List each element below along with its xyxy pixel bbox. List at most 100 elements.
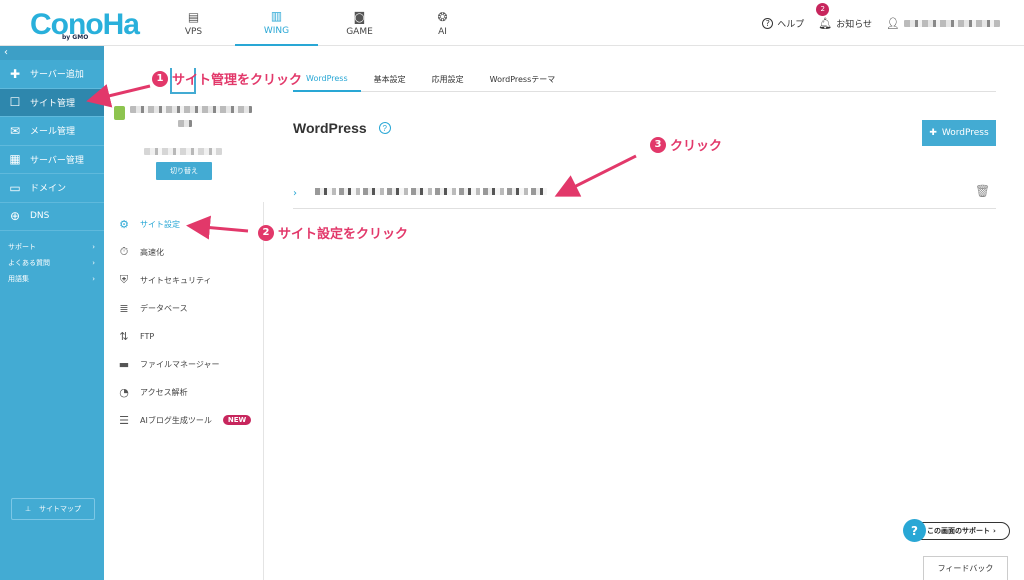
- sidebar-link-glossary[interactable]: 用語集 ›: [0, 271, 104, 287]
- plus-icon: ✚: [9, 66, 21, 81]
- notifications-link[interactable]: 2 🔔︎ お知らせ: [816, 2, 873, 30]
- site-panel: 切り替え ⚙ サイト設定 ⏱︎ 高速化 ⛨ サイトセキュリティ ≣ データベース…: [104, 46, 264, 580]
- nav-vps-label: VPS: [184, 26, 203, 37]
- server-icon: ▤: [187, 9, 200, 24]
- main-content: WordPress 基本設定 応用設定 WordPressテーマ WordPre…: [265, 46, 1024, 580]
- sidebar-item-dns[interactable]: ⊕ DNS: [0, 203, 104, 231]
- sidebar-item-domain[interactable]: ▭ ドメイン: [0, 174, 104, 203]
- header-right: ? ヘルプ 2 🔔︎ お知らせ 👤︎: [762, 0, 1000, 46]
- left-sidebar: ‹ ✚ サーバー追加 ☐ サイト管理 ✉ メール管理 ▦ サーバー管理 ▭ ドメ…: [0, 46, 104, 580]
- step-number: 3: [650, 136, 666, 153]
- add-wordpress-button[interactable]: ✚ WordPress: [922, 120, 996, 146]
- user-menu[interactable]: 👤︎: [886, 17, 1000, 30]
- notifications-label: お知らせ: [836, 19, 873, 30]
- menu-site-security[interactable]: ⛨ サイトセキュリティ: [104, 266, 263, 294]
- site-name-redacted: [130, 106, 252, 113]
- chevron-right-icon: ›: [92, 259, 95, 267]
- tab-wordpress-theme[interactable]: WordPressテーマ: [477, 66, 569, 92]
- domain-icon: ▭: [9, 180, 21, 195]
- step-number: 2: [258, 224, 274, 241]
- help-icon: ?: [903, 519, 926, 542]
- sidebar-link-label: サポート: [8, 243, 36, 251]
- menu-speedup[interactable]: ⏱︎ 高速化: [104, 238, 263, 266]
- sitemap-button[interactable]: ⊥ サイトマップ: [11, 498, 95, 520]
- wordpress-site-url-redacted[interactable]: [315, 188, 547, 195]
- site-icon: ☐: [9, 95, 21, 110]
- menu-database[interactable]: ≣ データベース: [104, 294, 263, 322]
- nav-vps[interactable]: ▤ VPS: [152, 0, 235, 46]
- help-link[interactable]: ? ヘルプ: [762, 17, 804, 30]
- menu-label: データベース: [140, 303, 188, 313]
- add-wordpress-label: WordPress: [941, 128, 989, 138]
- nav-wing-label: WING: [263, 25, 290, 36]
- trash-icon[interactable]: 🗑︎: [975, 184, 990, 198]
- transfer-icon: ⇅: [119, 329, 129, 343]
- sidebar-link-support[interactable]: サポート ›: [0, 239, 104, 255]
- site-menu: ⚙ サイト設定 ⏱︎ 高速化 ⛨ サイトセキュリティ ≣ データベース ⇅ FT…: [104, 210, 263, 434]
- annotation-text: クリック: [670, 139, 723, 154]
- gamepad-icon: ◙: [353, 9, 366, 24]
- row-divider: [293, 208, 996, 209]
- sidebar-item-add-server[interactable]: ✚ サーバー追加: [0, 60, 104, 89]
- screen-support-button[interactable]: ? この画面のサポート ›: [903, 519, 1010, 542]
- tab-basic-settings[interactable]: 基本設定: [361, 66, 419, 92]
- sidebar-item-label: メール管理: [30, 127, 76, 138]
- sidebar-item-server[interactable]: ▦ サーバー管理: [0, 146, 104, 174]
- settings-icon: ⚙: [119, 217, 129, 231]
- sitemap-label: サイトマップ: [39, 505, 82, 513]
- nav-game[interactable]: ◙ GAME: [318, 0, 401, 46]
- sidebar-item-label: ドメイン: [30, 184, 67, 195]
- wing-icon: ▥: [270, 8, 283, 23]
- annotation-step-1: 1 サイト管理をクリック: [152, 69, 302, 88]
- sidebar-item-mail[interactable]: ✉ メール管理: [0, 117, 104, 146]
- help-label: ヘルプ: [777, 19, 805, 30]
- logo-sub: by GMO: [62, 34, 89, 41]
- sidebar-item-label: DNS: [30, 211, 50, 222]
- help-icon[interactable]: ?: [378, 122, 391, 134]
- mail-icon: ✉: [9, 123, 21, 138]
- folder-icon: ▬: [118, 357, 130, 371]
- sidebar-link-label: 用語集: [8, 275, 29, 283]
- menu-label: FTP: [140, 331, 155, 341]
- site-name-redacted-2: [178, 120, 192, 127]
- menu-site-settings[interactable]: ⚙ サイト設定: [104, 210, 263, 238]
- site-favicon: [114, 106, 125, 120]
- sidebar-item-site-management[interactable]: ☐ サイト管理: [0, 88, 104, 117]
- tab-advanced-settings[interactable]: 応用設定: [419, 66, 477, 92]
- chevron-right-icon: ›: [92, 243, 95, 251]
- chevron-right-icon: ›: [993, 527, 996, 535]
- menu-file-manager[interactable]: ▬ ファイルマネージャー: [104, 350, 263, 378]
- menu-label: アクセス解析: [140, 387, 188, 397]
- sidebar-link-faq[interactable]: よくある質問 ›: [0, 255, 104, 271]
- brain-icon: ❂: [437, 9, 448, 24]
- menu-ai-blog-tool[interactable]: ☰ AIブログ生成ツール NEW: [104, 406, 263, 434]
- menu-ftp[interactable]: ⇅ FTP: [104, 322, 263, 350]
- menu-access-analytics[interactable]: ◔ アクセス解析: [104, 378, 263, 406]
- sidebar-item-label: サイト管理: [30, 98, 76, 109]
- sidebar-item-label: サーバー追加: [30, 70, 84, 81]
- help-icon: ?: [762, 17, 774, 29]
- notification-badge: 2: [816, 2, 830, 16]
- new-badge: NEW: [222, 415, 252, 425]
- globe-icon: ⊕: [9, 209, 21, 224]
- collapse-sidebar-icon[interactable]: ‹: [0, 46, 104, 60]
- site-domain-redacted: [144, 148, 222, 155]
- user-name-redacted: [904, 19, 1000, 27]
- annotation-step-2: 2 サイト設定をクリック: [258, 223, 408, 242]
- document-icon: ☰: [119, 413, 129, 427]
- expand-row-chevron-icon[interactable]: ›: [293, 188, 297, 199]
- switch-site-button[interactable]: 切り替え: [156, 162, 212, 180]
- sitemap-icon: ⊥: [24, 505, 32, 513]
- top-header: ConoHa by GMO ▤ VPS ▥ WING ◙ GAME ❂ AI ?…: [0, 0, 1024, 46]
- menu-label: ファイルマネージャー: [140, 359, 220, 369]
- tab-wordpress[interactable]: WordPress: [293, 66, 361, 92]
- server-icon: ▦: [9, 152, 21, 167]
- page-title-wrap: WordPress ?: [293, 120, 391, 136]
- menu-label: サイトセキュリティ: [140, 275, 212, 285]
- nav-wing[interactable]: ▥ WING: [235, 0, 318, 46]
- step-number: 1: [152, 70, 168, 87]
- menu-label: AIブログ生成ツール: [140, 415, 212, 425]
- sidebar-link-label: よくある質問: [8, 259, 50, 267]
- feedback-button[interactable]: フィードバック: [923, 556, 1008, 580]
- nav-ai[interactable]: ❂ AI: [401, 0, 484, 46]
